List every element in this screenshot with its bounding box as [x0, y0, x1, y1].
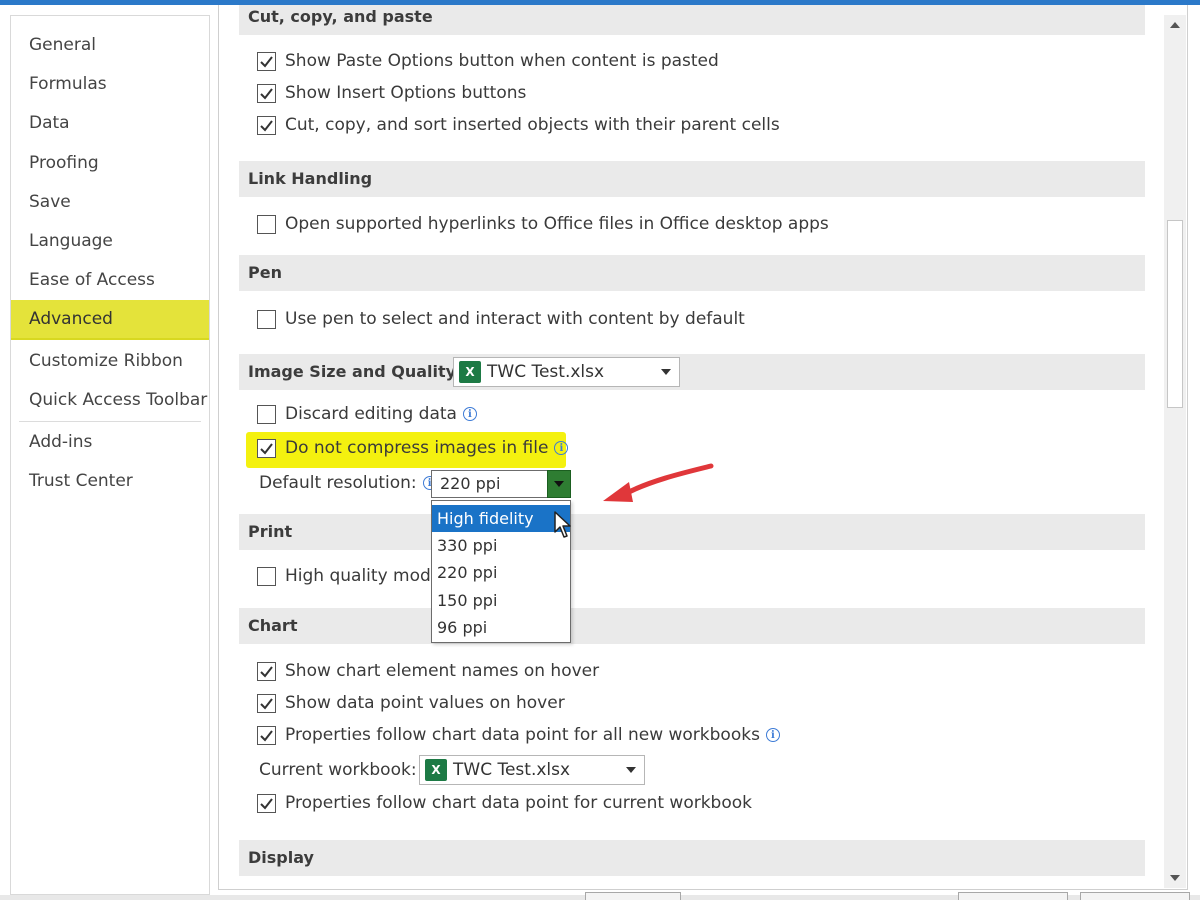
option-properties-follow-current[interactable]: Properties follow chart data point for c…: [257, 793, 752, 813]
checkbox-unchecked[interactable]: [257, 214, 276, 234]
current-workbook-dropdown[interactable]: X TWC Test.xlsx: [419, 755, 645, 785]
sidebar-item-language[interactable]: Language: [11, 222, 209, 260]
option-show-paste-options[interactable]: Show Paste Options button when content i…: [257, 51, 719, 71]
checkbox-checked[interactable]: [257, 693, 276, 713]
ok-button-stub[interactable]: [958, 892, 1068, 900]
section-header-chart: Chart: [239, 608, 1145, 644]
checkbox-unchecked[interactable]: [257, 404, 276, 424]
excel-icon: X: [425, 759, 447, 781]
image-file-value: TWC Test.xlsx: [487, 362, 605, 382]
scroll-up-button[interactable]: [1164, 15, 1186, 35]
sidebar-item-formulas[interactable]: Formulas: [11, 65, 209, 103]
horizontal-scroll-stub: [585, 892, 681, 900]
option-show-chart-element-names[interactable]: Show chart element names on hover: [257, 661, 599, 681]
resolution-option-330[interactable]: 330 ppi: [432, 532, 570, 559]
option-cut-copy-sort[interactable]: Cut, copy, and sort inserted objects wit…: [257, 115, 780, 135]
image-file-dropdown[interactable]: X TWC Test.xlsx: [453, 357, 680, 387]
option-label: Properties follow chart data point for c…: [285, 793, 752, 813]
resolution-option-96[interactable]: 96 ppi: [432, 614, 570, 641]
info-icon: i: [462, 407, 477, 421]
checkbox-checked[interactable]: [257, 793, 276, 813]
option-show-data-point-values[interactable]: Show data point values on hover: [257, 693, 565, 713]
sidebar-item-general[interactable]: General: [11, 26, 209, 64]
checkbox-checked[interactable]: [257, 661, 276, 681]
option-label: Show Insert Options buttons: [285, 83, 527, 103]
option-label: Discard editing data: [285, 404, 457, 424]
sidebar-item-add-ins[interactable]: Add-ins: [11, 423, 209, 461]
checkbox-unchecked[interactable]: [257, 309, 276, 329]
default-resolution-label: Default resolution:: [259, 473, 417, 493]
scrollbar-thumb[interactable]: [1167, 220, 1183, 408]
cancel-button-stub[interactable]: [1080, 892, 1190, 900]
checkbox-checked[interactable]: [257, 725, 276, 745]
section-header-cut-copy-paste: Cut, copy, and paste: [239, 5, 1145, 35]
option-label: Properties follow chart data point for a…: [285, 725, 760, 745]
checkbox-checked[interactable]: [257, 115, 276, 135]
option-label: Open supported hyperlinks to Office file…: [285, 214, 829, 234]
info-icon: i: [554, 441, 569, 455]
option-label: Show chart element names on hover: [285, 661, 600, 681]
sidebar-item-save[interactable]: Save: [11, 183, 209, 221]
option-high-quality-mode[interactable]: High quality mode: [257, 566, 441, 586]
resolution-dropdown-list: High fidelity 330 ppi 220 ppi 150 ppi 96…: [431, 500, 571, 643]
option-use-pen[interactable]: Use pen to select and interact with cont…: [257, 309, 745, 329]
option-do-not-compress[interactable]: Do not compress images in file i: [257, 438, 569, 458]
current-workbook-value: TWC Test.xlsx: [453, 760, 571, 780]
current-workbook-label: Current workbook:: [259, 760, 417, 780]
chevron-down-icon: [661, 369, 671, 375]
current-workbook-label-row: Current workbook:: [259, 760, 417, 780]
option-label: Use pen to select and interact with cont…: [285, 309, 745, 329]
option-show-insert-options[interactable]: Show Insert Options buttons: [257, 83, 526, 103]
default-resolution-label-row: Default resolution: i: [259, 473, 437, 493]
mouse-cursor-icon: [554, 511, 571, 538]
sidebar-item-ease-of-access[interactable]: Ease of Access: [11, 261, 209, 299]
checkbox-checked[interactable]: [257, 438, 276, 458]
checkbox-checked[interactable]: [257, 83, 276, 103]
dropdown-button[interactable]: [547, 470, 571, 498]
section-header-pen: Pen: [239, 255, 1145, 291]
chevron-down-icon: [1170, 875, 1180, 881]
chevron-up-icon: [1170, 22, 1180, 28]
checkbox-unchecked[interactable]: [257, 566, 276, 586]
info-icon: i: [765, 728, 780, 742]
resolution-option-150[interactable]: 150 ppi: [432, 587, 570, 614]
sidebar-item-data[interactable]: Data: [11, 104, 209, 142]
option-label: High quality mode: [285, 566, 442, 586]
section-header-display: Display: [239, 840, 1145, 876]
option-label: Do not compress images in file: [285, 438, 549, 458]
section-header-image-size-quality: Image Size and Quality: [239, 354, 1145, 390]
chevron-down-icon: [554, 481, 564, 487]
section-header-print: Print: [239, 514, 1145, 550]
sidebar-item-customize-ribbon[interactable]: Customize Ribbon: [11, 342, 209, 380]
sidebar-item-advanced[interactable]: Advanced: [11, 300, 209, 340]
chevron-down-icon: [626, 767, 636, 773]
resolution-option-220[interactable]: 220 ppi: [432, 559, 570, 586]
options-content: Cut, copy, and paste Show Paste Options …: [219, 5, 1164, 889]
option-label: Show Paste Options button when content i…: [285, 51, 719, 71]
resolution-value: 220 ppi: [440, 474, 501, 493]
scroll-down-button[interactable]: [1164, 868, 1186, 888]
excel-icon: X: [459, 361, 481, 383]
sidebar: General Formulas Data Proofing Save Lang…: [0, 5, 220, 900]
option-open-hyperlinks[interactable]: Open supported hyperlinks to Office file…: [257, 214, 829, 234]
resolution-option-high-fidelity[interactable]: High fidelity: [432, 505, 570, 532]
option-properties-follow-new[interactable]: Properties follow chart data point for a…: [257, 725, 780, 745]
default-resolution-select[interactable]: 220 ppi: [431, 470, 571, 498]
red-arrow-icon: [603, 463, 714, 502]
checkbox-checked[interactable]: [257, 51, 276, 71]
option-label: Show data point values on hover: [285, 693, 565, 713]
section-header-link-handling: Link Handling: [239, 161, 1145, 197]
option-label: Cut, copy, and sort inserted objects wit…: [285, 115, 780, 135]
sidebar-item-proofing[interactable]: Proofing: [11, 144, 209, 182]
sidebar-panel: General Formulas Data Proofing Save Lang…: [10, 15, 210, 895]
vertical-scrollbar[interactable]: [1164, 15, 1186, 888]
sidebar-divider: [19, 421, 201, 422]
sidebar-item-quick-access-toolbar[interactable]: Quick Access Toolbar: [11, 381, 209, 419]
sidebar-item-trust-center[interactable]: Trust Center: [11, 462, 209, 500]
option-discard-editing-data[interactable]: Discard editing data i: [257, 404, 477, 424]
